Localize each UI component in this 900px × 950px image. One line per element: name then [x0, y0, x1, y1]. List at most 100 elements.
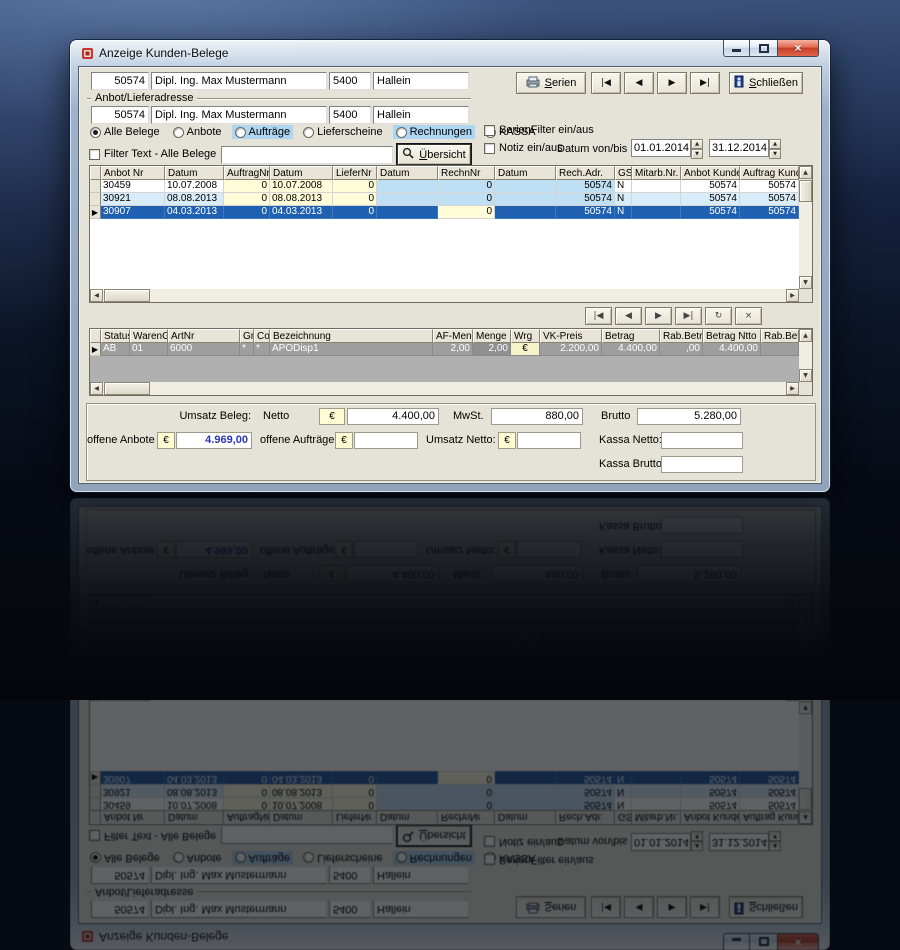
detail-grid-cell[interactable]: APODisp1: [270, 343, 433, 356]
recnav-first-button[interactable]: |◀: [585, 307, 612, 325]
main-grid-cell[interactable]: 08.08.2013: [270, 193, 333, 206]
detail-grid-col-5[interactable]: Bezeichnung: [270, 329, 433, 343]
detail-grid-cell[interactable]: €: [511, 343, 540, 356]
scroll-left-icon[interactable]: ◀: [90, 382, 103, 395]
detail-grid-col-1[interactable]: WarenGrp: [130, 329, 168, 343]
main-grid-col-0[interactable]: Anbot Nr: [101, 166, 165, 180]
detail-grid-cell[interactable]: 01: [130, 343, 168, 356]
date-to-value[interactable]: 31.12.2014: [709, 139, 769, 157]
scroll-down-icon[interactable]: ▼: [799, 276, 812, 289]
detail-grid-col-13[interactable]: Rab.Bet: [761, 329, 799, 343]
first-record-button[interactable]: |◀: [591, 72, 621, 94]
main-grid-cell[interactable]: 30459: [101, 180, 165, 193]
detail-grid-cell[interactable]: ,00: [660, 343, 703, 356]
detail-grid-col-12[interactable]: Betrag Ntto: [703, 329, 761, 343]
detail-grid-cell[interactable]: *: [254, 343, 270, 356]
notiz-checkbox[interactable]: Notiz ein/aus: [484, 142, 563, 154]
main-grid-cell[interactable]: [495, 193, 556, 206]
customer-name-field[interactable]: Dipl. Ing. Max Mustermann: [151, 72, 327, 90]
delivery-zip-field[interactable]: 5400: [329, 106, 371, 124]
main-grid-cell[interactable]: 50574: [556, 180, 615, 193]
main-grid-row-2[interactable]: ▶ 30907 04.03.2013 0 04.03.2013 0 0 50574 N 50574…: [90, 206, 812, 219]
main-grid-col-6[interactable]: RechnNr: [438, 166, 495, 180]
detail-grid-col-11[interactable]: Rab.Betr.: [660, 329, 703, 343]
main-grid-cell[interactable]: 0: [224, 180, 270, 193]
main-grid-cell[interactable]: 50574: [681, 180, 740, 193]
recnav-next-button[interactable]: ▶: [645, 307, 672, 325]
main-grid-col-11[interactable]: Anbot Kunde: [681, 166, 740, 180]
detail-grid-cell[interactable]: 2,00: [433, 343, 473, 356]
delivery-number-field[interactable]: 50574: [91, 106, 149, 124]
main-grid-cell[interactable]: 0: [333, 180, 377, 193]
detail-grid-col-3[interactable]: Gr: [240, 329, 254, 343]
detail-grid-cell[interactable]: 4.400,00: [602, 343, 660, 356]
hscroll-thumb[interactable]: [104, 382, 150, 395]
spin-up-icon[interactable]: ▲: [769, 139, 781, 149]
detail-grid-cell[interactable]: 6000: [168, 343, 240, 356]
main-grid-cell[interactable]: 04.03.2013: [270, 206, 333, 219]
positions-grid-hscrollbar[interactable]: ◀ ▶: [90, 382, 799, 395]
main-grid-cell[interactable]: 30907: [101, 206, 165, 219]
minimize-button[interactable]: [723, 40, 750, 57]
detail-grid-col-7[interactable]: Menge: [473, 329, 511, 343]
scroll-left-icon[interactable]: ◀: [90, 289, 103, 302]
uebersicht-button[interactable]: Übersicht: [397, 144, 471, 165]
scroll-down-icon[interactable]: ▼: [799, 369, 812, 382]
main-grid-cell[interactable]: 04.03.2013: [165, 206, 224, 219]
main-grid-col-10[interactable]: Mitarb.Nr.: [632, 166, 681, 180]
main-grid-cell[interactable]: [495, 206, 556, 219]
prior-record-button[interactable]: ◀: [624, 72, 654, 94]
documents-grid-hscrollbar[interactable]: ◀ ▶: [90, 289, 799, 302]
doctype-radio-3[interactable]: Lieferscheine: [300, 125, 385, 139]
date-to-field[interactable]: 31.12.2014 ▲ ▼: [709, 139, 781, 159]
main-grid-col-2[interactable]: AuftragNr: [224, 166, 270, 180]
main-grid-cell[interactable]: 0: [333, 193, 377, 206]
detail-grid-cell[interactable]: *: [240, 343, 254, 356]
main-grid-row-1[interactable]: 30921 08.08.2013 0 08.08.2013 0 0 50574 N 50574 5…: [90, 193, 812, 206]
recnav-refresh-button[interactable]: ↻: [705, 307, 732, 325]
documents-grid-vscrollbar[interactable]: ▲ ▼: [799, 166, 812, 289]
detail-grid-col-2[interactable]: ArtNr: [168, 329, 240, 343]
main-grid-cell[interactable]: [377, 206, 438, 219]
schliessen-button[interactable]: Schließen: [729, 72, 803, 94]
delivery-city-field[interactable]: Hallein: [373, 106, 469, 124]
detail-grid-col-6[interactable]: AF-Menge: [433, 329, 473, 343]
detail-grid-col-4[interactable]: Co: [254, 329, 270, 343]
main-grid-cell[interactable]: 0: [438, 193, 495, 206]
main-grid-cell[interactable]: [495, 180, 556, 193]
scroll-right-icon[interactable]: ▶: [786, 289, 799, 302]
main-grid-cell[interactable]: 0: [224, 206, 270, 219]
doctype-radio-1[interactable]: Anbote: [170, 125, 225, 139]
positions-grid-vscrollbar[interactable]: ▲ ▼: [799, 329, 812, 382]
main-grid-cell[interactable]: N: [615, 180, 632, 193]
main-grid-col-8[interactable]: Rech.Adr.: [556, 166, 615, 180]
main-grid-cell[interactable]: [377, 193, 438, 206]
close-button[interactable]: ×: [777, 40, 819, 57]
main-grid-cell[interactable]: 10.07.2008: [270, 180, 333, 193]
date-from-value[interactable]: 01.01.2014: [631, 139, 691, 157]
recnav-delete-button[interactable]: ×: [735, 307, 762, 325]
main-grid-cell[interactable]: 50574: [740, 193, 799, 206]
main-grid-cell[interactable]: 08.08.2013: [165, 193, 224, 206]
spin-down-icon[interactable]: ▼: [769, 149, 781, 159]
main-grid-cell[interactable]: 0: [333, 206, 377, 219]
detail-grid-col-0[interactable]: Status: [101, 329, 130, 343]
main-grid-cell[interactable]: 0: [438, 180, 495, 193]
scroll-up-icon[interactable]: ▲: [799, 329, 812, 342]
serien-button[interactable]: Serien: [516, 72, 586, 94]
detail-grid-cell[interactable]: [761, 343, 799, 356]
main-grid-cell[interactable]: 50574: [740, 180, 799, 193]
recnav-prior-button[interactable]: ◀: [615, 307, 642, 325]
main-grid-cell[interactable]: 0: [224, 193, 270, 206]
main-grid-cell[interactable]: 50574: [556, 206, 615, 219]
main-grid-cell[interactable]: [632, 206, 681, 219]
delivery-name-field[interactable]: Dipl. Ing. Max Mustermann: [151, 106, 327, 124]
detail-grid-cell[interactable]: AB: [101, 343, 130, 356]
main-grid-col-5[interactable]: Datum: [377, 166, 438, 180]
detail-grid-col-8[interactable]: Wrg: [511, 329, 540, 343]
main-grid-row-0[interactable]: 30459 10.07.2008 0 10.07.2008 0 0 50574 N 50574 5…: [90, 180, 812, 193]
main-grid-col-3[interactable]: Datum: [270, 166, 333, 180]
main-grid-cell[interactable]: 10.07.2008: [165, 180, 224, 193]
doctype-radio-0[interactable]: Alle Belege: [87, 125, 163, 139]
customer-city-field[interactable]: Hallein: [373, 72, 469, 90]
